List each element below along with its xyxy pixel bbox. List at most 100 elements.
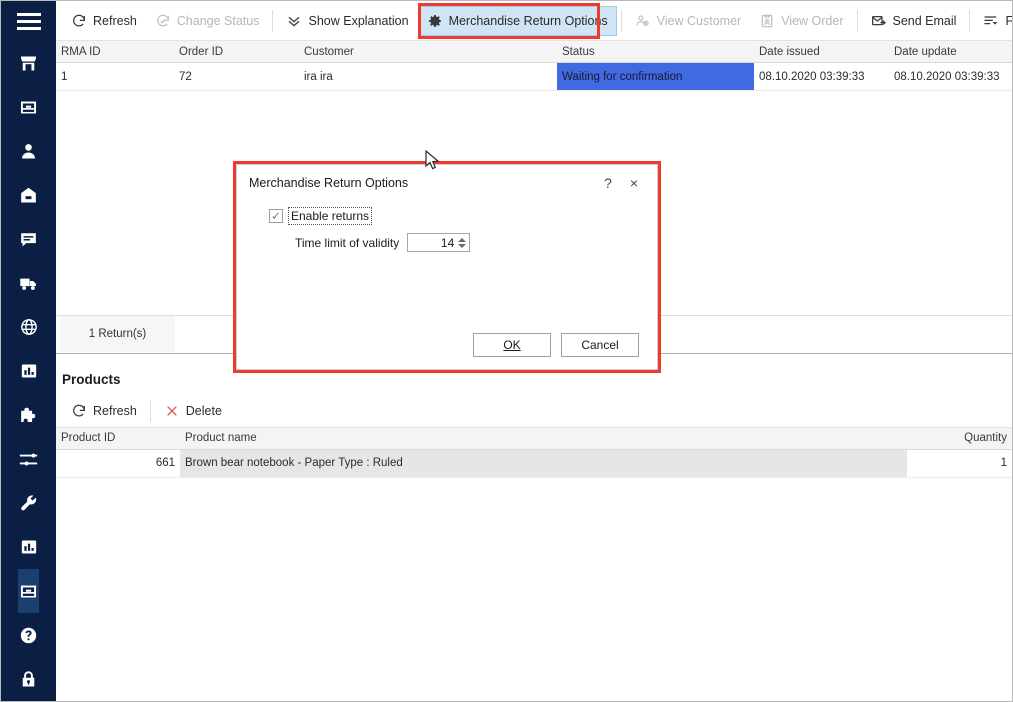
- sidebar-item-returns[interactable]: [18, 569, 39, 613]
- truck-icon: [18, 273, 39, 294]
- filter-row-icon: [983, 13, 999, 29]
- refresh-button[interactable]: Refresh: [62, 6, 146, 36]
- stepper-arrows-icon[interactable]: [458, 237, 469, 248]
- user-icon: [18, 141, 39, 162]
- merchandise-return-options-button[interactable]: Merchandise Return Options: [417, 5, 617, 36]
- sidebar-item-help[interactable]: [18, 613, 39, 657]
- toolbar-button-label: Change Status: [176, 13, 260, 28]
- cell-date-update: 08.10.2020 03:39:33: [894, 70, 1000, 83]
- returns-count-label: 1 Return(s): [60, 316, 175, 352]
- column-header-date-update[interactable]: Date update: [889, 46, 1012, 58]
- toolbar-button-label: Refresh: [93, 404, 137, 418]
- table-row[interactable]: 661 Brown bear notebook - Paper Type : R…: [56, 449, 1012, 478]
- time-limit-stepper[interactable]: 14: [407, 233, 471, 252]
- products-toolbar: Refresh Delete: [56, 396, 1012, 428]
- toolbar-button-label: Delete: [185, 404, 222, 418]
- view-customer-button: View Customer: [626, 6, 751, 36]
- help-icon[interactable]: ?: [595, 170, 621, 196]
- view-order-button: View Order: [750, 6, 852, 36]
- refresh-icon: [71, 403, 87, 419]
- help-icon: [18, 625, 39, 646]
- chat-icon: [18, 229, 39, 250]
- merchandise-return-options-dialog: Merchandise Return Options ? × ✓ Enable …: [236, 164, 658, 370]
- sidebar-item-plugins[interactable]: [18, 393, 39, 437]
- cell-status[interactable]: Waiting for confirmation: [557, 63, 754, 90]
- toolbar-button-label: Merchandise Return Options: [448, 13, 608, 28]
- cancel-button[interactable]: Cancel: [561, 333, 639, 357]
- sidebar-item-settings[interactable]: [18, 437, 39, 481]
- column-header-rma-id[interactable]: RMA ID: [56, 46, 174, 58]
- view-customer-icon: [635, 13, 651, 29]
- sidebar-item-reports[interactable]: [18, 349, 39, 393]
- send-email-icon: [871, 13, 887, 29]
- toolbar-separator: [272, 9, 274, 32]
- cell-date-issued: 08.10.2020 03:39:33: [759, 70, 865, 83]
- sidebar-item-products[interactable]: [18, 173, 39, 217]
- cell-rma-id: 1: [61, 70, 68, 83]
- change-status-icon: [155, 13, 171, 29]
- show-explanation-button[interactable]: Show Explanation: [277, 6, 417, 36]
- column-header-product-id[interactable]: Product ID: [56, 432, 180, 444]
- ok-button[interactable]: OK: [473, 333, 551, 357]
- column-header-product-name[interactable]: Product name: [180, 432, 907, 444]
- filter-row-button[interactable]: Filter Row: [974, 6, 1013, 36]
- sidebar-item-orders[interactable]: [18, 85, 39, 129]
- hamburger-menu-icon: [16, 12, 41, 30]
- column-header-date-issued[interactable]: Date issued: [754, 46, 889, 58]
- sidebar-item-storefront[interactable]: [18, 41, 39, 85]
- returns-grid-header: RMA ID Order ID Customer Status Date iss…: [56, 41, 1012, 63]
- inbox-icon: [18, 581, 39, 602]
- column-header-status[interactable]: Status: [557, 46, 754, 58]
- toolbar-separator: [149, 400, 151, 422]
- bar-chart-icon: [19, 361, 39, 381]
- basket-icon: [18, 185, 39, 206]
- sidebar-item-tools[interactable]: [18, 481, 39, 525]
- refresh-button[interactable]: Refresh: [62, 396, 146, 426]
- toolbar-button-label: View Customer: [656, 13, 742, 28]
- table-row[interactable]: 1 72 ira ira Waiting for confirmation 08…: [56, 63, 1012, 91]
- toolbar-separator: [856, 9, 858, 32]
- column-header-order-id[interactable]: Order ID: [174, 46, 299, 58]
- enable-returns-row: ✓ Enable returns: [269, 207, 641, 225]
- sidebar-item-security[interactable]: [18, 657, 39, 701]
- sidebar-item-statistics[interactable]: [18, 525, 39, 569]
- products-grid-header: Product ID Product name Quantity: [56, 427, 1012, 450]
- enable-returns-checkbox[interactable]: ✓: [269, 209, 283, 223]
- column-header-quantity[interactable]: Quantity: [907, 432, 1012, 444]
- ok-button-label: OK: [503, 338, 521, 352]
- time-limit-value[interactable]: 14: [408, 236, 458, 250]
- dialog-body: ✓ Enable returns Time limit of validity …: [237, 201, 657, 321]
- globe-icon: [19, 317, 39, 337]
- chevron-double-down-icon: [286, 13, 302, 29]
- sidebar-item-web[interactable]: [18, 305, 39, 349]
- returns-toolbar: Refresh Change Status Show Explanation Merc…: [56, 1, 1012, 41]
- inbox-icon: [18, 97, 39, 118]
- delete-x-icon: [164, 403, 180, 419]
- toolbar-button-label: Refresh: [93, 13, 137, 28]
- products-grid-body: [56, 477, 1012, 701]
- sliders-icon: [18, 449, 39, 470]
- close-icon[interactable]: ×: [621, 170, 647, 196]
- cell-product-name: Brown bear notebook - Paper Type : Ruled: [180, 449, 907, 477]
- send-email-button[interactable]: Send Email: [862, 6, 966, 36]
- toolbar-button-label: Show Explanation: [308, 13, 409, 28]
- enable-returns-label: Enable returns: [287, 207, 373, 225]
- sidebar-item-customers[interactable]: [18, 129, 39, 173]
- view-order-icon: [759, 13, 775, 29]
- puzzle-icon: [18, 405, 39, 426]
- sidebar-item-shipping[interactable]: [18, 261, 39, 305]
- column-header-customer[interactable]: Customer: [299, 46, 557, 58]
- sidebar: [1, 1, 56, 701]
- sidebar-item-messages[interactable]: [18, 217, 39, 261]
- delete-button[interactable]: Delete: [155, 396, 231, 426]
- lock-icon: [18, 669, 39, 690]
- dialog-footer: OK Cancel: [237, 321, 657, 369]
- toolbar-separator: [620, 9, 622, 32]
- time-limit-row: Time limit of validity 14: [295, 233, 641, 252]
- toolbar-button-label: Filter Row: [1005, 13, 1013, 28]
- dialog-title-bar: Merchandise Return Options ? ×: [237, 165, 657, 201]
- toolbar-separator: [969, 9, 971, 32]
- merchandise-return-options-dialog-annotation: Merchandise Return Options ? × ✓ Enable …: [233, 161, 661, 373]
- gear-icon: [427, 13, 443, 29]
- hamburger-menu-button[interactable]: [1, 1, 56, 41]
